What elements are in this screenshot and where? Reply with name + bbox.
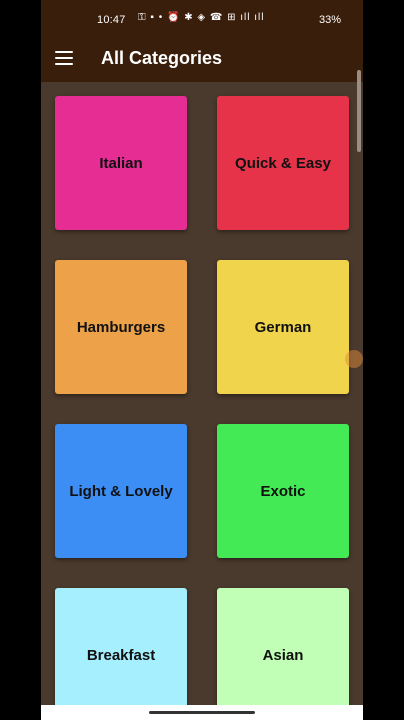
status-icons: ⚿ ▪ • ⏰ ✱ ◈ ☎ ⊞ ıll ıll [138,12,265,23]
category-tile-asian[interactable]: Asian [217,588,349,720]
hamburger-menu-icon[interactable] [55,51,73,65]
status-bar: 10:47 ⚿ ▪ • ⏰ ✱ ◈ ☎ ⊞ ıll ıll 33% [41,0,363,38]
category-tile-german[interactable]: German [217,260,349,394]
category-label: German [254,318,312,336]
category-label: Hamburgers [76,318,166,336]
category-label: Italian [99,154,143,172]
category-label: Light & Lovely [69,482,173,500]
category-grid: Italian Quick & Easy Hamburgers German L… [55,96,349,720]
floating-touch-indicator [345,350,363,368]
category-tile-breakfast[interactable]: Breakfast [55,588,187,720]
phone-screen: 10:47 ⚿ ▪ • ⏰ ✱ ◈ ☎ ⊞ ıll ıll 33% All Ca… [41,0,363,720]
scrollbar-thumb[interactable] [357,70,361,152]
category-tile-italian[interactable]: Italian [55,96,187,230]
status-time: 10:47 [97,14,126,26]
category-label: Asian [262,646,304,664]
category-tile-quick-easy[interactable]: Quick & Easy [217,96,349,230]
category-label: Exotic [260,482,306,500]
page-title: All Categories [101,48,223,68]
category-label: Breakfast [86,646,156,664]
category-tile-light-lovely[interactable]: Light & Lovely [55,424,187,558]
category-label: Quick & Easy [235,154,331,172]
app-bar: All Categories [41,38,363,82]
navigation-bar [41,705,363,720]
category-tile-exotic[interactable]: Exotic [217,424,349,558]
home-indicator[interactable] [149,711,255,714]
category-tile-hamburgers[interactable]: Hamburgers [55,260,187,394]
battery-level: 33% [318,14,341,26]
